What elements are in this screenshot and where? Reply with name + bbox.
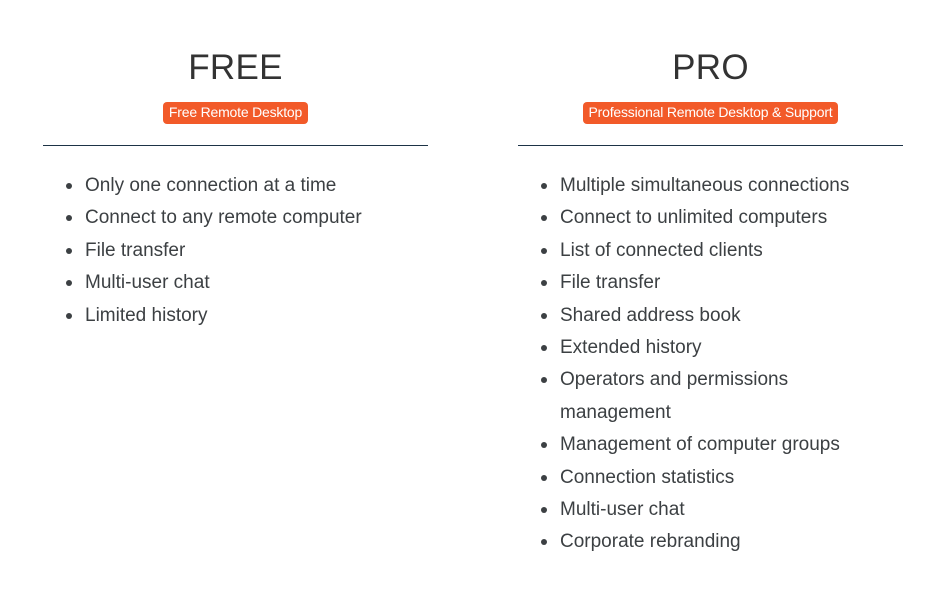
- badge-wrapper: Free Remote Desktop: [43, 102, 428, 124]
- feature-item: List of connected clients: [541, 235, 890, 267]
- bullet-icon: [66, 183, 72, 189]
- bullet-icon: [541, 539, 547, 546]
- plan-title: PRO: [672, 48, 749, 87]
- feature-item: Shared address book: [541, 300, 890, 332]
- feature-text: File transfer: [85, 239, 186, 261]
- plan-badge: Professional Remote Desktop & Support: [582, 102, 839, 124]
- feature-text: Shared address book: [560, 304, 741, 326]
- bullet-icon: [66, 312, 72, 319]
- plan-title: FREE: [188, 48, 283, 87]
- bullet-icon: [541, 345, 547, 352]
- divider: [518, 145, 903, 146]
- bullet-icon: [541, 474, 547, 481]
- bullet-icon: [66, 247, 72, 254]
- feature-text: Multiple simultaneous connections: [560, 175, 850, 196]
- feature-text: Multi-user chat: [85, 272, 210, 294]
- bullet-icon: [541, 215, 547, 222]
- feature-text: Operators and permissions management: [560, 369, 789, 423]
- bullet-icon: [541, 442, 547, 449]
- bullet-icon: [541, 280, 547, 287]
- feature-item: Connect to unlimited computers: [541, 202, 890, 234]
- feature-item: File transfer: [541, 267, 890, 299]
- feature-item: Multi-user chat: [541, 494, 890, 526]
- feature-item: Multi-user chat: [66, 267, 425, 299]
- bullet-icon: [541, 312, 547, 319]
- feature-item: Multiple simultaneous connections: [541, 170, 890, 202]
- bullet-icon: [541, 507, 547, 514]
- feature-text: File transfer: [560, 272, 661, 294]
- bullet-icon: [541, 183, 547, 189]
- feature-item: Management of computer groups: [541, 429, 890, 461]
- feature-text: Limited history: [85, 304, 208, 326]
- feature-text: Connect to any remote computer: [85, 207, 362, 229]
- feature-text: Multi-user chat: [560, 499, 685, 521]
- feature-list: Only one connection at a time Connect to…: [43, 170, 425, 332]
- feature-item: File transfer: [66, 235, 425, 267]
- plan-badge: Free Remote Desktop: [162, 102, 309, 124]
- feature-item: Only one connection at a time: [66, 170, 425, 202]
- badge-wrapper: Professional Remote Desktop & Support: [518, 102, 903, 124]
- bullet-icon: [541, 377, 547, 384]
- feature-item: Connect to any remote computer: [66, 202, 425, 234]
- feature-text: Only one connection at a time: [85, 175, 337, 196]
- feature-item: Extended history: [541, 332, 890, 364]
- feature-list: Multiple simultaneous connections Connec…: [518, 170, 890, 559]
- divider: [43, 145, 428, 146]
- feature-text: Corporate rebranding: [560, 531, 741, 553]
- feature-text: Extended history: [560, 337, 702, 359]
- bullet-icon: [66, 215, 72, 222]
- feature-text: Connect to unlimited computers: [560, 207, 828, 229]
- bullet-icon: [66, 280, 72, 287]
- bullet-icon: [541, 247, 547, 254]
- feature-item: Limited history: [66, 300, 425, 332]
- feature-text: Connection statistics: [560, 466, 735, 488]
- feature-item: Connection statistics: [541, 462, 890, 494]
- feature-text: List of connected clients: [560, 239, 763, 261]
- feature-text: Management of computer groups: [560, 434, 840, 456]
- feature-item: Operators and permissions management: [541, 364, 890, 429]
- feature-item: Corporate rebranding: [541, 526, 890, 558]
